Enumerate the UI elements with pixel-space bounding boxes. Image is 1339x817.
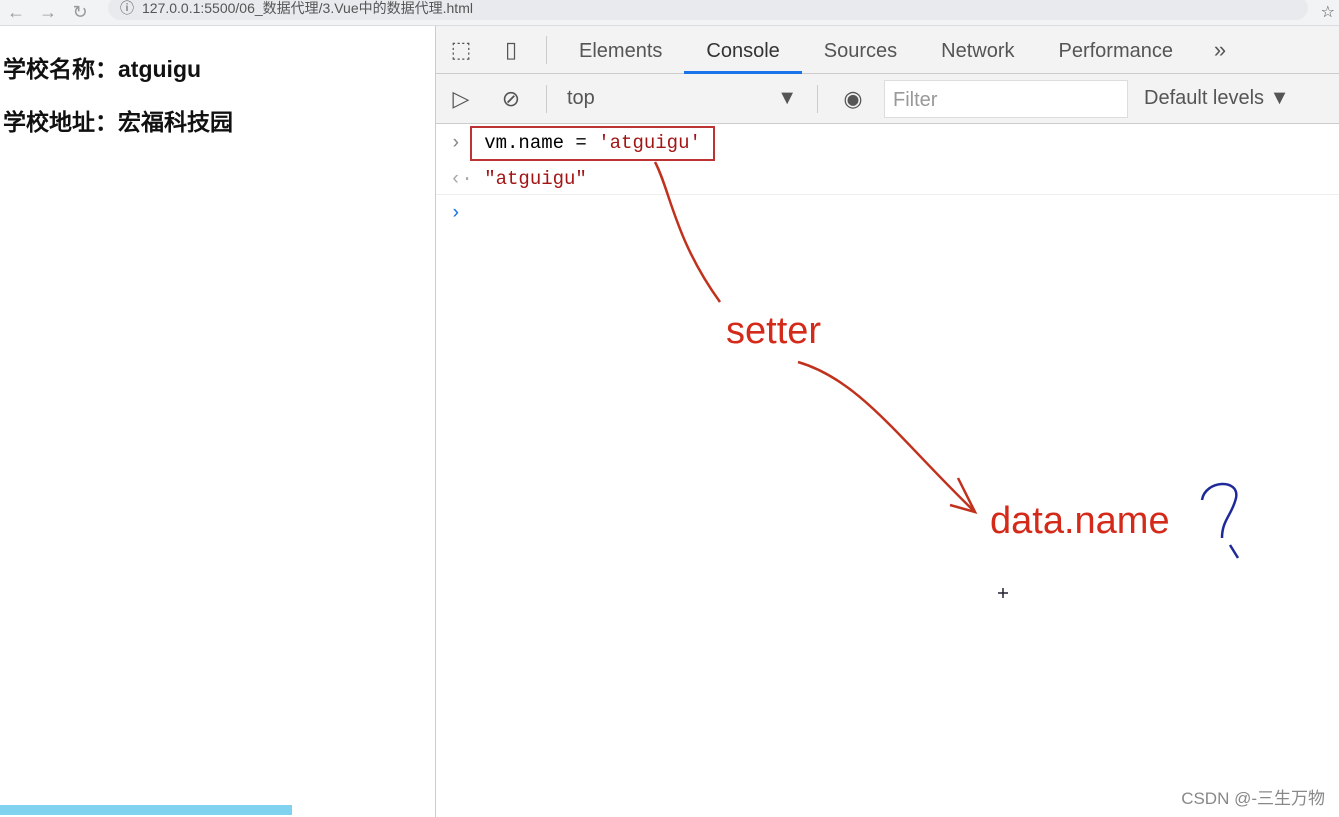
cursor-cross (998, 588, 1008, 598)
watermark: CSDN @-三生万物 (1181, 789, 1325, 808)
setter-label: setter (726, 310, 822, 352)
arrowhead (949, 477, 978, 514)
question-mark (1200, 482, 1240, 559)
annotation-arrows (653, 161, 1240, 598)
arrow-to-setter (653, 161, 722, 303)
data-name-label: data.name (990, 500, 1170, 542)
arrow-to-data-name (797, 360, 976, 513)
